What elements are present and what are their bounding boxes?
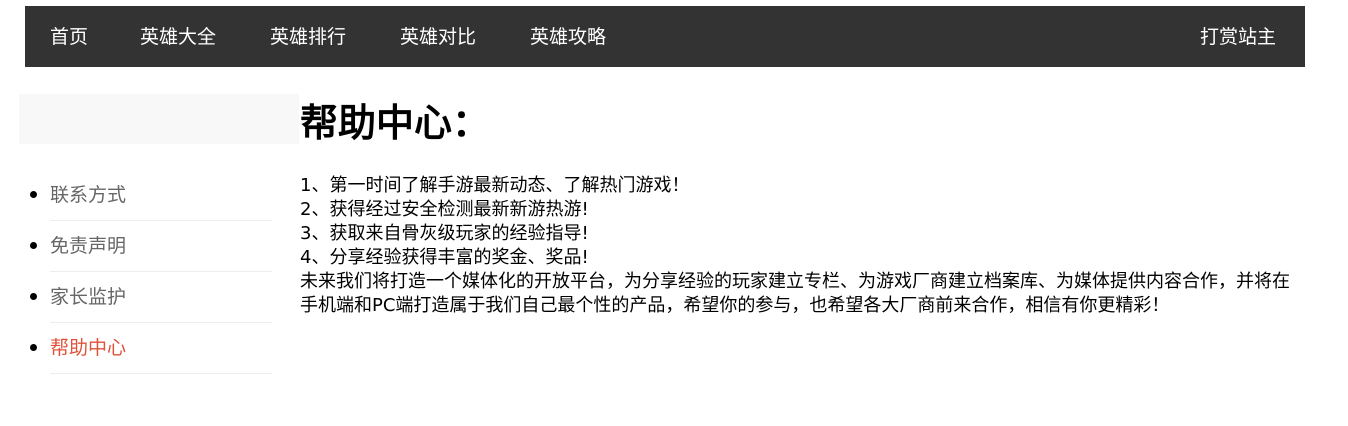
help-line-3: 3、获取来自骨灰级玩家的经验指导!: [300, 223, 589, 244]
bullet-icon: [30, 242, 37, 249]
sidebar-item-label: 联系方式: [50, 184, 127, 206]
help-content: 1、第一时间了解手游最新动态、了解热门游戏！ 2、获得经过安全检测最新新游热游!…: [300, 174, 1305, 318]
page-title: 帮助中心：: [300, 101, 491, 145]
bullet-icon: [30, 344, 37, 351]
sidebar-item-parental-control[interactable]: 家长监护: [0, 272, 300, 323]
sidebar-header: [19, 94, 299, 144]
nav-item-hero-guides[interactable]: 英雄攻略: [530, 6, 606, 67]
sidebar-item-help-center[interactable]: 帮助中心: [0, 323, 300, 374]
sidebar-item-label: 家长监护: [50, 286, 127, 308]
sidebar-item-label: 帮助中心: [50, 337, 127, 359]
help-line-1: 1、第一时间了解手游最新动态、了解热门游戏！: [300, 175, 690, 196]
sidebar-menu: 联系方式 免责声明 家长监护 帮助中心: [0, 170, 300, 374]
help-paragraph: 未来我们将打造一个媒体化的开放平台，为分享经验的玩家建立专栏、为游戏厂商建立档案…: [300, 271, 1290, 316]
sidebar-item-label: 免责声明: [50, 235, 127, 257]
nav-item-hero-compare[interactable]: 英雄对比: [400, 6, 476, 67]
sidebar-divider: [50, 373, 272, 374]
help-line-2: 2、获得经过安全检测最新新游热游!: [300, 199, 589, 220]
help-line-4: 4、分享经验获得丰富的奖金、奖品!: [300, 247, 589, 268]
nav-item-hero-ranking[interactable]: 英雄排行: [270, 6, 346, 67]
nav-item-all-heroes[interactable]: 英雄大全: [140, 6, 216, 67]
nav-item-home[interactable]: 首页: [50, 6, 88, 67]
bullet-icon: [30, 293, 37, 300]
bullet-icon: [30, 191, 37, 198]
sidebar-item-contact[interactable]: 联系方式: [0, 170, 300, 221]
nav-item-reward-site-owner[interactable]: 打赏站主: [1200, 6, 1276, 67]
sidebar-item-disclaimer[interactable]: 免责声明: [0, 221, 300, 272]
top-navigation-bar: 首页 英雄大全 英雄排行 英雄对比 英雄攻略 打赏站主: [25, 6, 1305, 67]
